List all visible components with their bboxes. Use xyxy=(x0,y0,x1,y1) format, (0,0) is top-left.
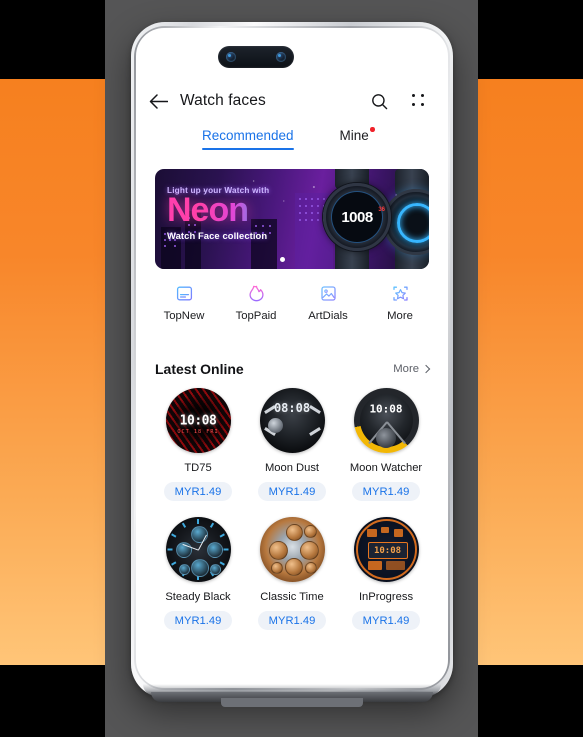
watch-face-name: TD75 xyxy=(184,462,212,474)
tab-recommended-label: Recommended xyxy=(202,128,294,143)
banner-watch-time: 10 08 xyxy=(331,191,383,243)
watch-face-thumbnail-moon-watcher[interactable]: 10:08 xyxy=(353,388,419,453)
dual-punch-hole-camera-icon xyxy=(218,46,294,68)
watch-face-price[interactable]: MYR1.49 xyxy=(351,482,421,501)
watch-face-price[interactable]: MYR1.49 xyxy=(163,482,233,501)
category-topnew[interactable]: TopNew xyxy=(148,284,220,322)
watch-face-thumbnail-classic-time[interactable] xyxy=(259,517,325,582)
page-title: Watch faces xyxy=(180,92,266,109)
tab-mine-label: Mine xyxy=(339,128,369,143)
tab-active-indicator xyxy=(202,147,294,150)
category-more-label: More xyxy=(387,310,413,322)
banner-watch-minutes: 08 xyxy=(357,208,373,226)
watch-face-name: Moon Dust xyxy=(264,462,320,474)
banner-watch-left: 10 08 36 xyxy=(323,183,391,251)
section-title: Latest Online xyxy=(155,361,244,377)
category-more[interactable]: More xyxy=(364,284,436,322)
more-link[interactable]: More xyxy=(393,363,431,375)
watch-face-card[interactable]: Steady Black MYR1.49 xyxy=(151,517,245,630)
section-header: Latest Online More xyxy=(155,361,431,377)
category-artdials[interactable]: ArtDials xyxy=(292,284,364,322)
thumb-time: 10:08 xyxy=(373,545,402,556)
tab-recommended[interactable]: Recommended xyxy=(202,128,294,150)
flame-icon xyxy=(247,284,266,303)
picture-icon xyxy=(319,284,338,303)
watch-face-thumbnail-td75[interactable]: 10:08 OCT 18 FRI xyxy=(165,388,231,453)
menu-dot xyxy=(421,103,425,107)
watch-face-price[interactable]: MYR1.49 xyxy=(163,611,233,630)
watch-face-card[interactable]: 10:08 InProgress MYR1.49 xyxy=(339,517,433,630)
thumb-time: 10:08 xyxy=(369,402,403,416)
phone-screen: Watch faces Recommended Mine Light up yo… xyxy=(136,28,448,688)
watch-face-card[interactable]: 10:08 Moon Watcher MYR1.49 xyxy=(339,388,433,501)
menu-dot xyxy=(421,94,425,98)
grid-menu-icon[interactable] xyxy=(404,86,434,116)
watch-face-price[interactable]: MYR1.49 xyxy=(351,611,421,630)
banner-subtitle: Watch Face collection xyxy=(167,230,268,242)
watch-face-price[interactable]: MYR1.49 xyxy=(257,482,327,501)
new-card-icon xyxy=(175,284,194,303)
more-link-label: More xyxy=(393,363,419,375)
watch-face-name: Classic Time xyxy=(260,591,324,603)
star-frame-icon xyxy=(391,284,410,303)
thumb-subdial xyxy=(375,428,396,448)
banner-headline: Neon xyxy=(167,193,317,227)
camera-lens-right xyxy=(276,52,286,62)
phone-bottom-port xyxy=(221,698,363,707)
category-row: TopNew TopPaid ArtDials More xyxy=(148,284,436,322)
app-header: Watch faces xyxy=(136,80,448,122)
banner-watch-hours: 10 xyxy=(341,208,357,226)
watch-face-name: Steady Black xyxy=(165,591,231,603)
category-artdials-label: ArtDials xyxy=(308,310,348,322)
watch-face-card[interactable]: 10:08 OCT 18 FRI TD75 MYR1.49 xyxy=(151,388,245,501)
banner-watch-neon-ring xyxy=(397,203,429,243)
thumb-time: 08:08 xyxy=(273,400,311,415)
watch-face-name: InProgress xyxy=(358,591,414,603)
menu-dot xyxy=(412,94,416,98)
watch-face-thumbnail-inprogress[interactable]: 10:08 xyxy=(353,517,419,582)
carousel-dot[interactable] xyxy=(280,257,285,262)
watch-face-price[interactable]: MYR1.49 xyxy=(257,611,327,630)
category-toppaid-label: TopPaid xyxy=(235,310,277,322)
tab-bar: Recommended Mine xyxy=(136,127,448,164)
phone-device: Watch faces Recommended Mine Light up yo… xyxy=(131,22,453,707)
watch-face-card[interactable]: Classic Time MYR1.49 xyxy=(245,517,339,630)
watch-face-card[interactable]: 08:08 Moon Dust MYR1.49 xyxy=(245,388,339,501)
watch-face-name: Moon Watcher xyxy=(349,462,423,474)
menu-dot xyxy=(412,103,416,107)
tab-mine[interactable]: Mine xyxy=(339,127,375,150)
header-actions xyxy=(364,86,448,116)
watch-face-grid: 10:08 OCT 18 FRI TD75 MYR1.49 08:08 Moon… xyxy=(151,388,433,630)
promo-banner[interactable]: Light up your Watch with Neon Watch Face… xyxy=(155,169,429,269)
watch-face-thumbnail-moon-dust[interactable]: 08:08 xyxy=(259,388,325,453)
chevron-right-icon xyxy=(421,364,431,374)
banner-watch-badge: 36 xyxy=(378,207,385,213)
category-toppaid[interactable]: TopPaid xyxy=(220,284,292,322)
search-icon[interactable] xyxy=(364,86,394,116)
notification-badge-dot xyxy=(370,127,375,132)
watch-face-thumbnail-steady-black[interactable] xyxy=(165,517,231,582)
camera-lens-left xyxy=(226,52,236,62)
category-topnew-label: TopNew xyxy=(163,310,205,322)
thumb-time: 10:08 xyxy=(179,413,217,428)
thumb-date: OCT 18 FRI xyxy=(177,428,219,435)
banner-text-block: Light up your Watch with Neon Watch Face… xyxy=(167,186,317,241)
back-arrow-icon[interactable] xyxy=(136,80,180,122)
thumb-moon-phase xyxy=(267,418,283,433)
thumb-lcd: 10:08 xyxy=(367,542,408,559)
